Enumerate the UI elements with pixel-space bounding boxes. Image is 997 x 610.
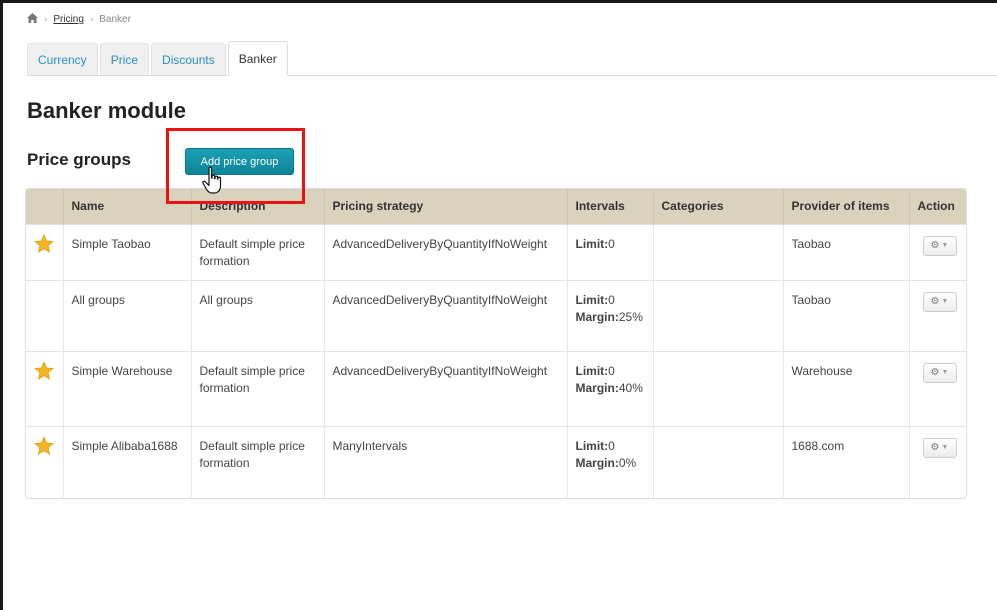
limit-value: 0 [608, 236, 615, 251]
row-action-dropdown-button[interactable]: ⚙ ▼ [922, 291, 957, 312]
home-icon[interactable] [27, 13, 38, 26]
cell-provider: Taobao [783, 280, 910, 351]
cell-categories [653, 224, 784, 280]
limit-value: 0 [608, 363, 615, 378]
star-cell [26, 224, 64, 280]
cell-name: Simple Alibaba1688 [63, 426, 192, 498]
cell-name: Simple Taobao [63, 224, 192, 280]
limit-label: Limit: [575, 363, 609, 378]
cell-intervals: Limit:0 Margin:0% [567, 426, 654, 498]
cell-name: Simple Warehouse [63, 351, 192, 426]
star-cell [26, 351, 64, 426]
gear-icon: ⚙ [930, 240, 940, 251]
cell-name: All groups [63, 280, 192, 351]
gear-icon: ⚙ [930, 442, 940, 453]
page-title: Banker module [27, 98, 186, 123]
cell-description: Default simple price formation [191, 224, 325, 280]
breadcrumb-separator-icon: › [44, 14, 48, 25]
cell-intervals: Limit:0 Margin:40% [567, 351, 654, 426]
cell-description: All groups [191, 280, 325, 351]
cell-action: ⚙ ▼ [909, 280, 966, 351]
tab-price[interactable]: Price [99, 43, 150, 75]
breadcrumb-pricing-link[interactable]: Pricing [53, 14, 84, 25]
star-icon[interactable] [34, 233, 54, 254]
cell-intervals: Limit:0 [567, 224, 654, 280]
cell-strategy: AdvancedDeliveryByQuantityIfNoWeight [324, 224, 568, 280]
row-action-dropdown-button[interactable]: ⚙ ▼ [922, 437, 957, 458]
star-cell [26, 426, 64, 498]
margin-value: 0% [618, 455, 637, 470]
cell-description: Default simple price formation [191, 351, 325, 426]
breadcrumb: › Pricing › Banker [27, 13, 131, 26]
hand-pointer-cursor-icon [202, 166, 222, 194]
margin-label: Margin: [575, 455, 619, 470]
cell-action: ⚙ ▼ [909, 426, 966, 498]
caret-down-icon: ▼ [941, 369, 949, 376]
tab-currency[interactable]: Currency [27, 43, 98, 75]
limit-label: Limit: [575, 438, 609, 453]
breadcrumb-current: Banker [99, 14, 131, 25]
cell-action: ⚙ ▼ [909, 224, 966, 280]
tab-bar: Currency Price Discounts Banker [27, 41, 997, 76]
price-groups-table: Name Description Pricing strategy Interv… [25, 188, 967, 499]
cell-provider: Warehouse [783, 351, 910, 426]
margin-label: Margin: [575, 380, 619, 395]
cell-description: Default simple price formation [191, 426, 325, 498]
margin-label: Margin: [575, 309, 619, 324]
limit-label: Limit: [575, 292, 609, 307]
table-row: All groups All groups AdvancedDeliveryBy… [26, 280, 966, 351]
caret-down-icon: ▼ [941, 298, 949, 305]
table-row: Simple Taobao Default simple price forma… [26, 224, 966, 280]
caret-down-icon: ▼ [941, 444, 949, 451]
cell-action: ⚙ ▼ [909, 351, 966, 426]
margin-value: 40% [618, 380, 643, 395]
highlight-annotation-box [166, 128, 305, 204]
limit-label: Limit: [575, 236, 609, 251]
tab-discounts[interactable]: Discounts [151, 43, 226, 75]
cell-strategy: AdvancedDeliveryByQuantityIfNoWeight [324, 280, 568, 351]
margin-value: 25% [618, 309, 643, 324]
limit-value: 0 [608, 292, 615, 307]
cell-strategy: ManyIntervals [324, 426, 568, 498]
gear-icon: ⚙ [930, 367, 940, 378]
cell-categories [653, 426, 784, 498]
column-header-intervals[interactable]: Intervals [567, 189, 654, 224]
star-icon[interactable] [34, 435, 54, 456]
cell-provider: 1688.com [783, 426, 910, 498]
table-row: Simple Warehouse Default simple price fo… [26, 351, 966, 426]
cell-intervals: Limit:0 Margin:25% [567, 280, 654, 351]
cell-provider: Taobao [783, 224, 910, 280]
column-header-star [26, 189, 64, 224]
column-header-action: Action [917, 199, 955, 214]
tab-banker[interactable]: Banker [227, 41, 288, 76]
limit-value: 0 [608, 438, 615, 453]
row-action-dropdown-button[interactable]: ⚙ ▼ [922, 235, 957, 256]
cell-categories [653, 280, 784, 351]
star-icon[interactable] [34, 360, 54, 381]
column-header-provider[interactable]: Provider of items [783, 189, 910, 224]
caret-down-icon: ▼ [941, 242, 949, 249]
gear-icon: ⚙ [930, 296, 940, 307]
column-header-pricing-strategy[interactable]: Pricing strategy [324, 189, 568, 224]
star-cell [26, 280, 64, 351]
cell-strategy: AdvancedDeliveryByQuantityIfNoWeight [324, 351, 568, 426]
column-header-categories[interactable]: Categories [653, 189, 784, 224]
row-action-dropdown-button[interactable]: ⚙ ▼ [922, 362, 957, 383]
breadcrumb-separator-icon: › [89, 14, 94, 25]
cell-categories [653, 351, 784, 426]
table-row: Simple Alibaba1688 Default simple price … [26, 426, 966, 498]
section-title: Price groups [27, 150, 131, 169]
